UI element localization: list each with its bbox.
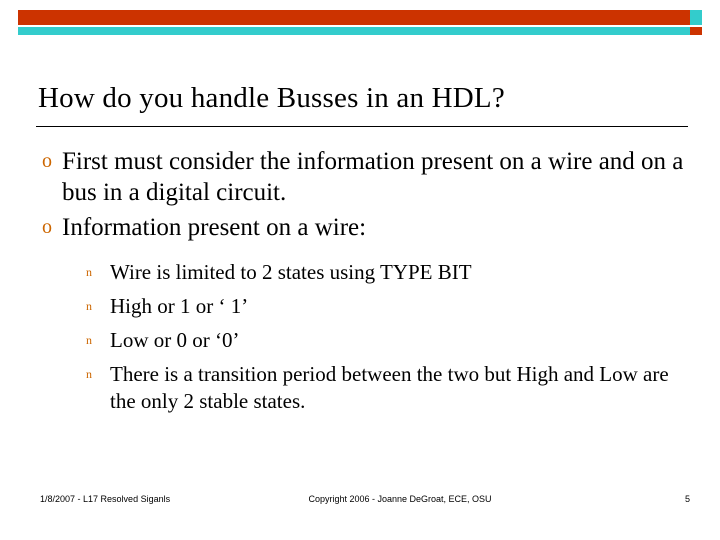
bullet-square-icon: n bbox=[86, 299, 92, 313]
header-bar-red-cap-teal bbox=[690, 10, 702, 25]
slide-title: How do you handle Busses in an HDL? bbox=[38, 82, 505, 114]
footer-page-number: 5 bbox=[684, 494, 690, 504]
sub-list: n Wire is limited to 2 states using TYPE… bbox=[82, 259, 692, 415]
bullet-circle-icon: o bbox=[42, 150, 52, 172]
list-item: n There is a transition period between t… bbox=[82, 361, 692, 415]
slide-body: o First must consider the information pr… bbox=[36, 146, 692, 422]
slide-header-decoration bbox=[0, 0, 720, 46]
slide-footer: 1/8/2007 - L17 Resolved Siganls Copyrigh… bbox=[0, 494, 720, 524]
list-item: n Low or 0 or ‘0’ bbox=[82, 327, 692, 354]
footer-date-and-lecture: 1/8/2007 - L17 Resolved Siganls bbox=[40, 494, 171, 504]
list-item: o First must consider the information pr… bbox=[36, 146, 692, 208]
list-item-label: There is a transition period between the… bbox=[110, 362, 669, 413]
list-item-label: First must consider the information pres… bbox=[62, 148, 684, 206]
list-item: o Information present on a wire: bbox=[36, 212, 692, 243]
header-bar-teal-cap-red bbox=[690, 27, 702, 35]
header-bar-teal bbox=[18, 27, 702, 35]
header-bar-red bbox=[18, 10, 702, 25]
list-item-label: Wire is limited to 2 states using TYPE B… bbox=[110, 260, 472, 284]
list-item-label: Information present on a wire: bbox=[62, 214, 367, 241]
bullet-circle-icon: o bbox=[42, 216, 52, 238]
footer-copyright: Copyright 2006 - Joanne DeGroat, ECE, OS… bbox=[308, 494, 492, 504]
title-underline-rule bbox=[36, 126, 688, 127]
list-item: n Wire is limited to 2 states using TYPE… bbox=[82, 259, 692, 286]
bullet-square-icon: n bbox=[86, 265, 92, 279]
bullet-square-icon: n bbox=[86, 333, 92, 347]
list-item-label: Low or 0 or ‘0’ bbox=[110, 328, 240, 352]
bullet-square-icon: n bbox=[86, 367, 92, 381]
list-item-label: High or 1 or ‘ 1’ bbox=[110, 294, 249, 318]
list-item: n High or 1 or ‘ 1’ bbox=[82, 293, 692, 320]
